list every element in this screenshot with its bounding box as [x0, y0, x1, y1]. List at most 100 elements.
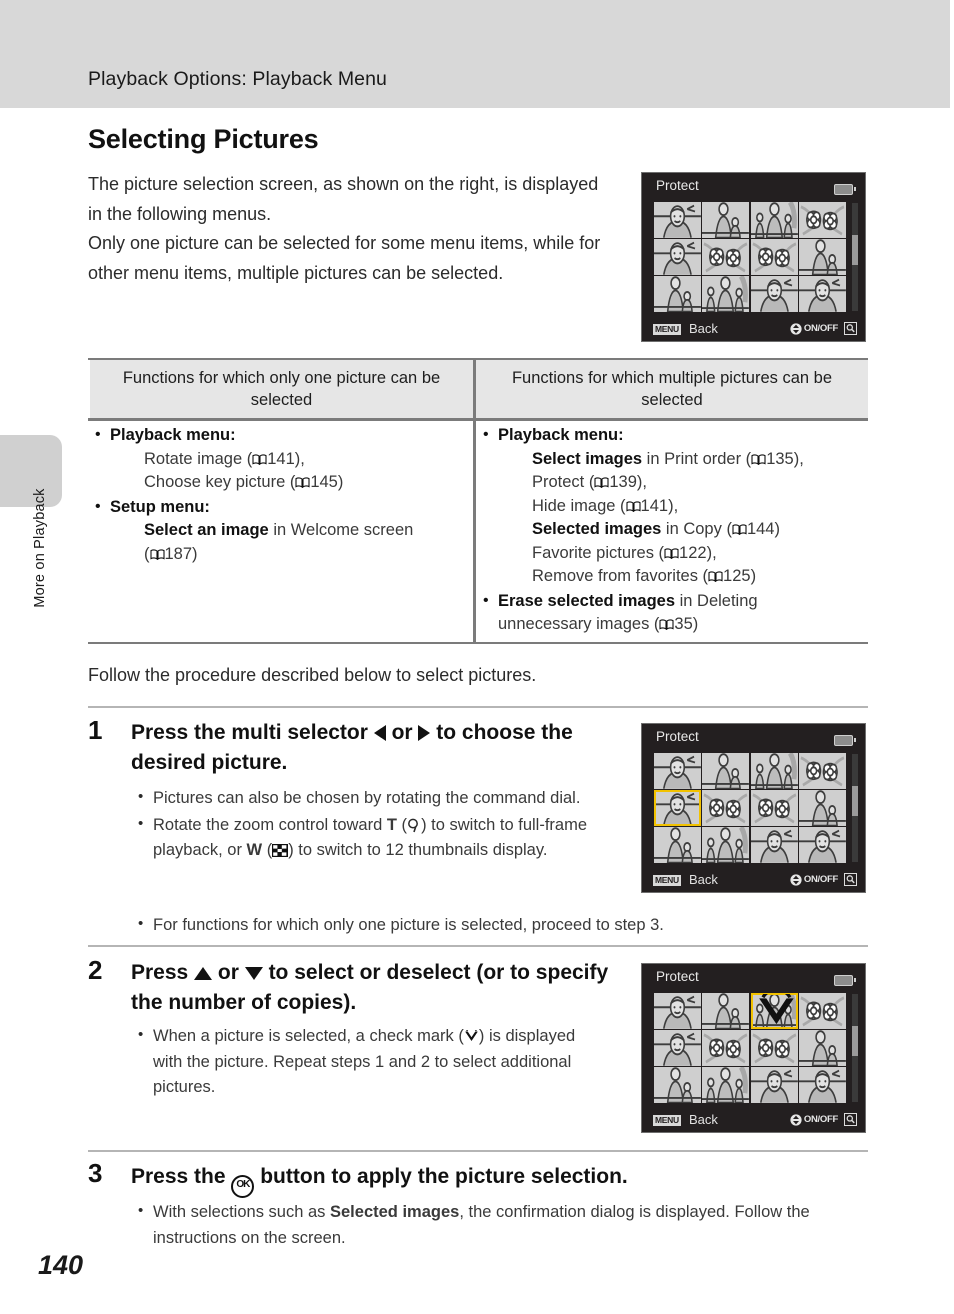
- menu-button-chip[interactable]: MENU: [653, 874, 681, 886]
- onoff-label: ON/OFF: [803, 323, 838, 334]
- list-item: Erase selected images in Deleting unnece…: [478, 589, 866, 637]
- thumbnail-cell[interactable]: [799, 239, 846, 275]
- thumbnail-cell[interactable]: [799, 1067, 846, 1103]
- thumbnail-cell[interactable]: [654, 1030, 701, 1066]
- thumbnail-cell[interactable]: [702, 753, 750, 789]
- menu-button-chip[interactable]: MENU: [653, 323, 681, 335]
- thumbnail-grid[interactable]: [654, 753, 846, 863]
- back-label[interactable]: Back: [689, 321, 718, 336]
- thumbnail-cell[interactable]: [799, 753, 846, 789]
- intro-paragraph-1: The picture selection screen, as shown o…: [88, 174, 599, 224]
- lcd-title: Protect: [656, 969, 699, 984]
- thumbnail-cell[interactable]: [702, 276, 750, 312]
- back-label[interactable]: Back: [689, 1112, 718, 1127]
- thumbnail-cell[interactable]: [750, 790, 798, 826]
- book-ref-icon: [295, 472, 310, 489]
- item-line: Choose key picture (145): [110, 471, 470, 495]
- item-line: Hide image (141),: [498, 495, 866, 519]
- list-item: With selections such as Selected images,…: [131, 1198, 871, 1251]
- thumbnail-cell[interactable]: [702, 202, 750, 238]
- item-text: Remove from favorites (: [532, 567, 709, 585]
- table-rule-middle: [88, 418, 868, 421]
- thumbnail-cell[interactable]: [654, 827, 701, 863]
- running-header-band: [0, 0, 950, 108]
- thumbnail-cell[interactable]: [654, 993, 701, 1029]
- step-number-2: 2: [88, 955, 103, 985]
- item-line: (187): [110, 543, 470, 567]
- thumbnail-cell[interactable]: [654, 753, 701, 789]
- thumbnail-cell[interactable]: [750, 827, 798, 863]
- item-ref: 144): [746, 520, 780, 538]
- step-title-text: Press: [131, 961, 195, 984]
- thumbnail-cell[interactable]: [654, 239, 701, 275]
- item-text-bold: Selected images: [532, 520, 662, 538]
- thumbnail-cell[interactable]: [702, 1030, 750, 1066]
- thumbnail-cell[interactable]: [750, 1030, 798, 1066]
- item-text: Choose key picture (: [144, 473, 296, 491]
- item-line: Selected images in Copy (144): [498, 518, 866, 542]
- item-line: Protect (139),: [498, 471, 866, 495]
- thumbnail-cell[interactable]: [702, 790, 750, 826]
- bullet-text: With selections such as: [153, 1203, 330, 1221]
- step-body-2: When a picture is selected, a check mark…: [131, 1022, 601, 1102]
- item-ref: 122),: [679, 543, 717, 562]
- item-text: Favorite pictures (: [532, 543, 665, 562]
- thumbnail-cell[interactable]: [654, 790, 701, 826]
- thumbnail-cell[interactable]: [702, 239, 750, 275]
- follow-procedure-text: Follow the procedure described below to …: [88, 665, 537, 685]
- thumbnail-cell[interactable]: [799, 1030, 846, 1066]
- thumbnail-cell[interactable]: [799, 202, 846, 238]
- table-header-right: Functions for which multiple pictures ca…: [476, 360, 868, 418]
- thumbnail-cell[interactable]: [750, 239, 798, 275]
- thumbnail-cell[interactable]: [799, 993, 846, 1029]
- item-ref: 125): [723, 567, 757, 585]
- step-divider-3: [88, 1150, 868, 1152]
- thumbnail-cell[interactable]: [799, 276, 846, 312]
- chapter-tab-label: More on Playback: [32, 488, 48, 608]
- bullet-text: Rotate the zoom control toward: [153, 815, 387, 834]
- step-title-1: Press the multi selector or to choose th…: [131, 718, 621, 778]
- thumbnail-cell[interactable]: [750, 993, 798, 1029]
- back-label[interactable]: Back: [689, 872, 718, 887]
- thumbnail-cell[interactable]: [702, 827, 750, 863]
- item-ref: 141),: [267, 449, 305, 468]
- item-text: Hide image (: [532, 496, 626, 515]
- bullet-text: (: [262, 841, 273, 859]
- magnifier-icon: [844, 322, 857, 335]
- item-text: Protect (: [532, 473, 595, 491]
- lcd-screenshot-protect-3: Protect MENU Back ON/OFF: [641, 963, 866, 1133]
- scrollbar-thumb[interactable]: [852, 786, 858, 816]
- menu-button-chip[interactable]: MENU: [653, 1114, 681, 1126]
- table-cell-right: Playback menu: Select images in Print or…: [478, 423, 866, 638]
- thumbnail-cell[interactable]: [750, 276, 798, 312]
- scrollbar-thumb[interactable]: [852, 1026, 858, 1056]
- book-ref-icon: [594, 472, 609, 489]
- up-down-arrow-icon: [790, 322, 802, 335]
- item-line: Favorite pictures ( 122),: [498, 542, 866, 566]
- lcd-bottom-bar: MENU Back ON/OFF: [642, 1106, 865, 1132]
- step-title-or: or: [385, 721, 419, 744]
- thumbnail-cell[interactable]: [702, 993, 750, 1029]
- thumbnail-cell[interactable]: [654, 1067, 701, 1103]
- thumbnail-grid[interactable]: [654, 993, 846, 1103]
- bullet-text-bold: Selected images: [330, 1203, 460, 1221]
- thumbnail-cell[interactable]: [750, 753, 798, 789]
- onoff-label: ON/OFF: [803, 874, 838, 885]
- thumbnail-cell[interactable]: [799, 790, 846, 826]
- thumbnail-cell[interactable]: [750, 1067, 798, 1103]
- thumbnail-cell[interactable]: [702, 1067, 750, 1103]
- list-item: Setup menu: Select an image in Welcome s…: [90, 495, 470, 567]
- step-title-text2: button to apply the picture selection.: [254, 1165, 628, 1188]
- thumbnail-grid[interactable]: [654, 202, 846, 312]
- thumbnail-cell[interactable]: [750, 202, 798, 238]
- table-header-left: Functions for which only one picture can…: [90, 360, 473, 418]
- thumbnail-cell[interactable]: [654, 276, 701, 312]
- book-ref-icon: [708, 566, 723, 583]
- thumbnail-cell[interactable]: [799, 827, 846, 863]
- battery-icon: [834, 735, 856, 746]
- thumbnail-cell[interactable]: [654, 202, 701, 238]
- list-item: Playback menu: Rotate image (141), Choos…: [90, 423, 470, 495]
- scrollbar-thumb[interactable]: [852, 235, 858, 265]
- list-item: Playback menu: Select images in Print or…: [478, 423, 866, 589]
- item-line: Select an image in Welcome screen: [110, 519, 470, 543]
